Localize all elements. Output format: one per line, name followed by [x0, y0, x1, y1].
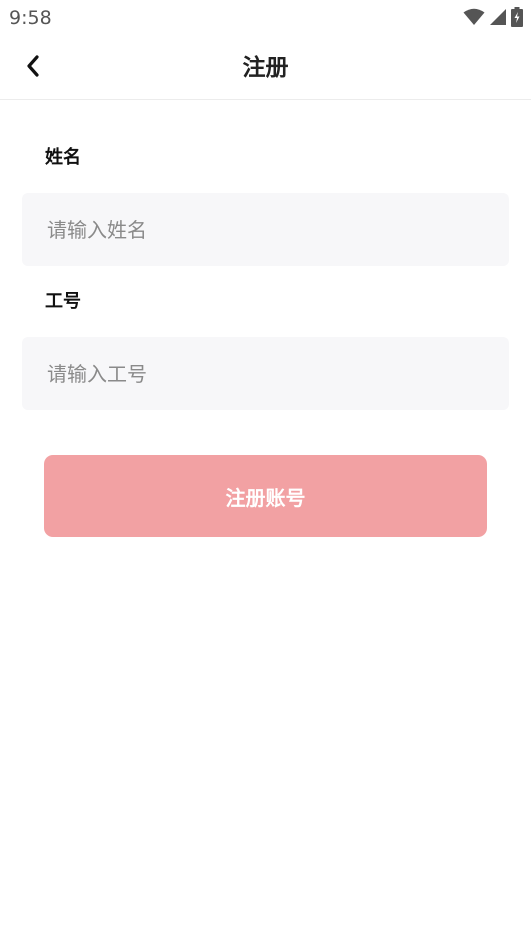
name-input[interactable]: [22, 193, 509, 266]
employee-id-input[interactable]: [22, 337, 509, 410]
status-bar: 9:58: [0, 0, 531, 36]
wifi-icon: [463, 8, 485, 26]
cell-signal-icon: [489, 8, 507, 26]
app-header: 注册: [0, 36, 531, 100]
name-label: 姓名: [45, 147, 81, 168]
register-account-button[interactable]: 注册账号: [44, 455, 487, 537]
employee-id-label: 工号: [45, 291, 81, 312]
battery-charging-icon: [511, 7, 523, 27]
status-icons: [463, 7, 523, 27]
status-time: 9:58: [9, 7, 52, 29]
page-title: 注册: [242, 55, 289, 81]
